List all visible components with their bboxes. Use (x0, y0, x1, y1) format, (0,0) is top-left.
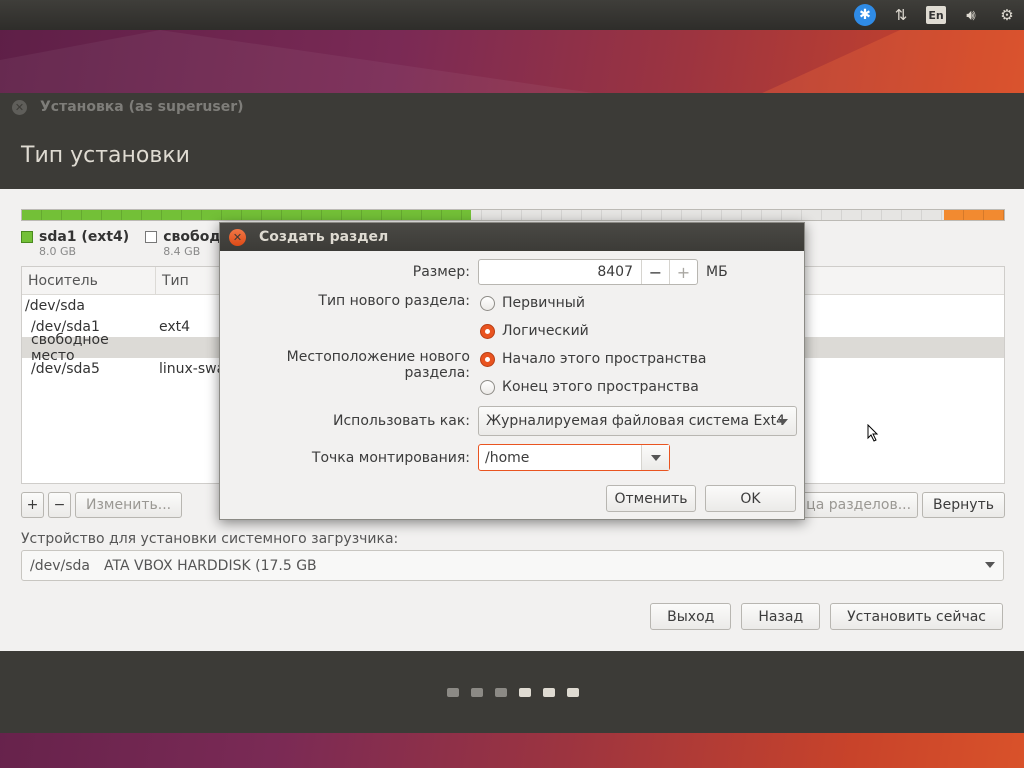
footer-band (0, 651, 1024, 733)
cancel-button[interactable]: Отменить (606, 485, 696, 512)
ok-button[interactable]: OK (705, 485, 796, 512)
partition-tools: + − Изменить... (21, 492, 183, 518)
change-partition-button[interactable]: Изменить... (75, 492, 183, 518)
radio-logical-label: Логический (502, 323, 589, 339)
dialog-titlebar[interactable]: ✕ Создать раздел (220, 223, 804, 251)
page-title: Тип установки (21, 143, 190, 168)
bootloader-description: ATA VBOX HARDDISK (17.5 GB (103, 557, 317, 574)
size-spinbox[interactable]: 8407 − + (478, 259, 698, 285)
legend-item-sda1: sda1 (ext4) 8.0 GB (21, 229, 129, 258)
use-as-value: Журналируемая файловая система Ext4 (486, 413, 786, 429)
progress-dot (543, 688, 555, 697)
dialog-title: Создать раздел (259, 229, 389, 245)
radio-off-icon[interactable] (480, 379, 495, 395)
partition-legend: sda1 (ext4) 8.0 GB свободно 8.4 GB (21, 229, 240, 258)
accessibility-icon[interactable]: ✱ (854, 4, 876, 26)
network-transfer-icon[interactable]: ⇅ (890, 4, 912, 26)
top-panel: ✱ ⇅ En 🔊︎ ⚙ (0, 0, 1024, 30)
window-title: Установка (as superuser) (40, 99, 244, 115)
mount-point-dropdown-button[interactable] (641, 445, 669, 470)
partition-bar-segment-sda5 (944, 210, 1004, 220)
radio-location-start[interactable]: Начало этого пространства (480, 351, 706, 367)
volume-icon[interactable]: 🔊︎ (960, 4, 982, 26)
location-label: Местоположение нового раздела: (286, 349, 470, 381)
system-gear-icon[interactable]: ⚙ (996, 4, 1018, 26)
partition-type-label: Тип нового раздела: (318, 293, 470, 309)
row-device: /dev/sda5 (31, 360, 100, 377)
partition-bar (21, 209, 1005, 221)
legend-swatch-free (145, 231, 158, 243)
mount-point-label: Точка монтирования: (311, 450, 470, 466)
wallpaper-streak (0, 30, 1024, 94)
use-as-select[interactable]: Журналируемая файловая система Ext4 (478, 406, 797, 436)
bootloader-device-select[interactable]: /dev/sda ATA VBOX HARDDISK (17.5 GB (21, 550, 1004, 581)
bootloader-device: /dev/sda (30, 557, 90, 574)
column-header-device[interactable]: Носитель (22, 266, 156, 295)
progress-dot (495, 688, 507, 697)
radio-on-icon[interactable] (480, 323, 495, 339)
dialog-buttons: Отменить OK (606, 485, 796, 512)
radio-location-end-label: Конец этого пространства (502, 379, 699, 395)
legend-size-sda1: 8.0 GB (39, 245, 77, 258)
legend-label-sda1: sda1 (ext4) (39, 229, 130, 245)
back-button[interactable]: Назад (741, 603, 821, 630)
row-device: свободное место (31, 331, 109, 364)
navigation-buttons: Выход Назад Установить сейчас (650, 603, 1003, 630)
increment-icon[interactable]: + (669, 260, 697, 284)
progress-dot (471, 688, 483, 697)
create-partition-dialog: ✕ Создать раздел Размер: 8407 − + МБ Тип… (219, 222, 805, 520)
row-device: /dev/sda (25, 297, 85, 314)
revert-button[interactable]: Вернуть (922, 492, 1005, 518)
chevron-down-icon (778, 419, 788, 425)
radio-on-icon[interactable] (480, 351, 495, 367)
partition-bar-segment-sda1 (22, 210, 471, 220)
add-partition-button[interactable]: + (21, 492, 44, 518)
radio-off-icon[interactable] (480, 295, 495, 311)
radio-primary-label: Первичный (502, 295, 585, 311)
bootloader-label: Устройство для установки системного загр… (21, 531, 399, 547)
chevron-down-icon (985, 562, 995, 568)
mouse-pointer-icon (867, 424, 879, 442)
radio-logical[interactable]: Логический (480, 323, 589, 339)
progress-dots (447, 688, 579, 697)
mount-point-combo[interactable]: /home (478, 444, 670, 471)
size-label: Размер: (412, 264, 470, 280)
mount-point-input[interactable]: /home (479, 450, 641, 466)
decrement-icon[interactable]: − (641, 260, 669, 284)
progress-dot (447, 688, 459, 697)
size-value[interactable]: 8407 (479, 260, 641, 284)
radio-location-end[interactable]: Конец этого пространства (480, 379, 699, 395)
use-as-label: Использовать как: (333, 413, 470, 429)
window-close-icon[interactable]: ✕ (12, 99, 27, 115)
chevron-down-icon (651, 455, 661, 461)
radio-primary[interactable]: Первичный (480, 295, 585, 311)
progress-dot (567, 688, 579, 697)
dialog-close-icon[interactable]: ✕ (229, 228, 246, 246)
radio-location-start-label: Начало этого пространства (502, 351, 707, 367)
quit-button[interactable]: Выход (650, 603, 732, 630)
size-unit: МБ (706, 264, 728, 280)
install-now-button[interactable]: Установить сейчас (830, 603, 1003, 630)
progress-dot (519, 688, 531, 697)
window-titlebar[interactable]: ✕ Установка (as superuser) (0, 93, 1024, 121)
legend-swatch-sda1 (21, 231, 33, 243)
keyboard-layout-icon[interactable]: En (926, 6, 946, 24)
remove-partition-button[interactable]: − (48, 492, 71, 518)
page-header: Тип установки (0, 121, 1024, 189)
